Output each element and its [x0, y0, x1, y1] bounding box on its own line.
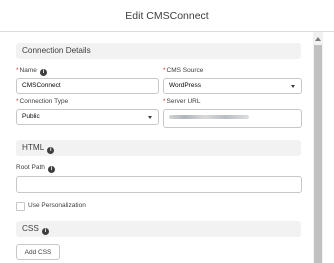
- use-personalization-label: Use Personalization: [28, 202, 86, 209]
- root-path-label: Root Path i: [16, 164, 55, 173]
- server-url-input[interactable]: [163, 109, 302, 128]
- scrollbar[interactable]: [313, 32, 323, 263]
- add-css-button[interactable]: Add CSS: [16, 244, 60, 260]
- use-personalization-checkbox[interactable]: [16, 202, 25, 211]
- connection-type-label: *Connection Type: [16, 98, 69, 105]
- scrollbar-thumb[interactable]: [314, 45, 322, 263]
- info-icon[interactable]: i: [47, 147, 55, 154]
- section-title: Connection Details: [22, 46, 91, 55]
- info-icon[interactable]: i: [39, 69, 47, 76]
- required-marker: *: [163, 67, 166, 74]
- name-label: *Name i: [16, 67, 47, 76]
- info-icon[interactable]: i: [47, 166, 55, 173]
- section-html: HTML i: [16, 140, 301, 156]
- required-marker: *: [163, 98, 166, 105]
- info-icon[interactable]: i: [41, 228, 49, 235]
- connection-type-value: Public: [22, 113, 40, 120]
- connection-type-select[interactable]: Public: [16, 109, 159, 125]
- modal-title: Edit CMSConnect: [0, 0, 334, 32]
- section-title: CSS: [22, 224, 39, 233]
- scroll-up-arrow-icon[interactable]: [315, 37, 321, 41]
- redacted-url: [169, 115, 249, 119]
- cms-source-select[interactable]: WordPress: [163, 78, 302, 94]
- server-url-label: *Server URL: [163, 98, 201, 105]
- section-css: CSS i: [16, 221, 301, 237]
- name-input[interactable]: CMSConnect: [16, 78, 159, 94]
- root-path-input[interactable]: [16, 176, 302, 193]
- required-marker: *: [16, 98, 19, 105]
- section-connection-details: Connection Details: [16, 43, 301, 59]
- cms-source-value: WordPress: [169, 82, 202, 89]
- edit-cmsconnect-modal: Edit CMSConnect Connection Details *Name…: [0, 0, 334, 263]
- modal-body[interactable]: Connection Details *Name i CMSConnect *CM…: [0, 32, 334, 263]
- section-title: HTML: [22, 143, 45, 152]
- required-marker: *: [16, 67, 19, 74]
- cms-source-label: *CMS Source: [163, 67, 204, 74]
